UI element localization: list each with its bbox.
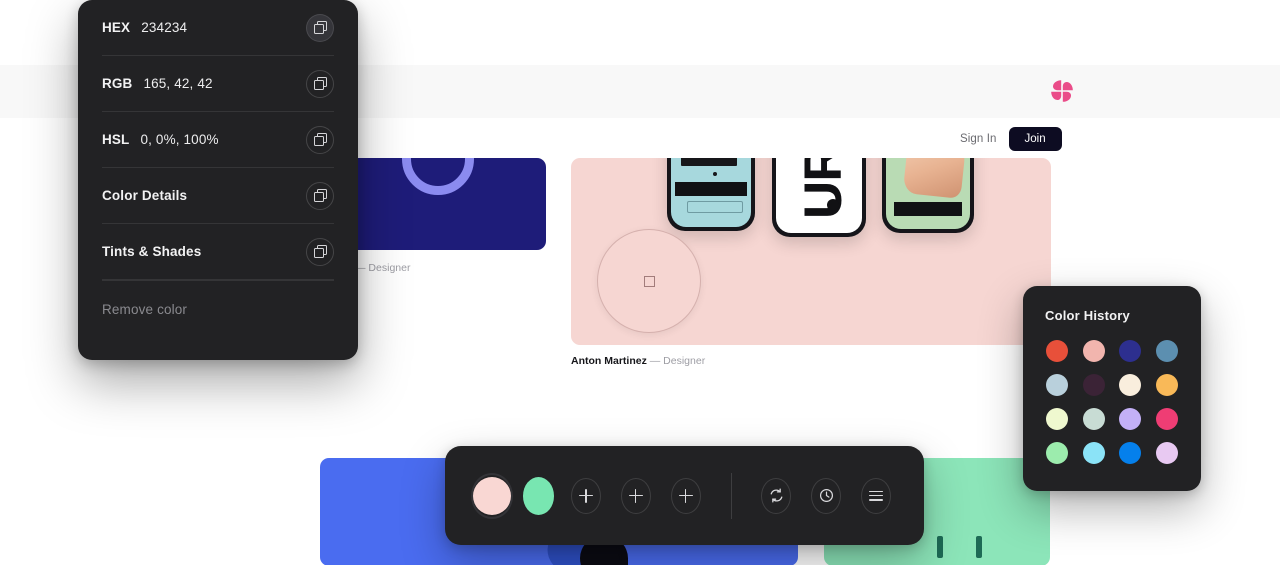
loupe-pixel-indicator: [643, 275, 655, 287]
phone-mockup-2: URX: [772, 158, 866, 237]
menu-row-label: Color Details: [102, 188, 188, 203]
phone-brand-text: URX: [793, 158, 853, 219]
history-swatch[interactable]: [1082, 442, 1105, 464]
copy-rgb-button[interactable]: [306, 69, 334, 98]
add-color-slot-3[interactable]: [670, 477, 701, 514]
history-swatch[interactable]: [1046, 374, 1069, 396]
app-screen: Sign In Join charth — Designer URX: [0, 0, 1280, 565]
history-swatch[interactable]: [1155, 442, 1178, 464]
history-swatch[interactable]: [1155, 408, 1178, 430]
phone-mockup-1: [667, 158, 755, 231]
plus-icon: [678, 488, 693, 503]
toolbar-divider: [730, 472, 732, 519]
menu-row-hsl[interactable]: HSL 0, 0%, 100%: [102, 112, 334, 168]
menu-row-color-details[interactable]: Color Details: [102, 168, 334, 224]
history-swatch[interactable]: [1046, 340, 1069, 362]
menu-row-label: HEX: [102, 20, 131, 35]
add-color-slot-1[interactable]: [571, 477, 601, 514]
copy-icon: [313, 133, 327, 146]
copy-icon: [313, 77, 327, 90]
menu-row-tints-shades[interactable]: Tints & Shades: [102, 224, 334, 280]
shot-author-name[interactable]: Anton Martinez: [571, 355, 647, 367]
remove-color-item[interactable]: Remove color: [102, 281, 334, 337]
swatch-mint[interactable]: [523, 476, 555, 515]
history-swatch[interactable]: [1082, 340, 1105, 362]
swatch-color-dot: [473, 476, 511, 515]
dribbble-logo-icon: [1051, 80, 1073, 102]
copy-tints-shades-button[interactable]: [306, 237, 334, 266]
color-history-panel: Color History: [1023, 286, 1201, 491]
swatch-pink-selected[interactable]: [471, 472, 513, 519]
site-nav: Sign In Join: [960, 127, 1080, 151]
clock-icon: [819, 488, 833, 503]
add-color-slot-2[interactable]: [620, 477, 651, 514]
shot-caption-phones: Anton Martinez — Designer: [571, 355, 705, 367]
history-swatch[interactable]: [1119, 408, 1142, 430]
shot-author-role: — Designer: [649, 355, 706, 367]
plus-icon: [628, 488, 643, 503]
menu-row-value: 165, 42, 42: [143, 76, 213, 91]
history-swatch[interactable]: [1082, 408, 1105, 430]
history-swatch[interactable]: [1119, 374, 1142, 396]
copy-icon: [313, 189, 327, 202]
eyedropper-loupe[interactable]: [597, 229, 701, 333]
history-swatch[interactable]: [1046, 408, 1069, 430]
color-history-grid: [1045, 340, 1179, 464]
copy-icon: [313, 21, 327, 34]
menu-row-value: 0, 0%, 100%: [140, 132, 219, 147]
copy-hsl-button[interactable]: [306, 125, 334, 154]
menu-row-hex[interactable]: HEX 234234: [102, 0, 334, 56]
refresh-button[interactable]: [761, 477, 792, 514]
color-context-menu: HEX 234234 RGB 165, 42, 42 HSL 0, 0%, 10…: [78, 0, 358, 360]
phone-mockup-3: [882, 158, 974, 233]
dribbble-logo[interactable]: [1047, 76, 1077, 106]
history-swatch[interactable]: [1119, 340, 1142, 362]
menu-row-label: RGB: [102, 76, 133, 91]
refresh-icon: [770, 488, 783, 503]
menu-row-label: HSL: [102, 132, 130, 147]
copy-color-details-button[interactable]: [306, 181, 334, 210]
sign-in-link[interactable]: Sign In: [960, 133, 997, 145]
history-swatch[interactable]: [1082, 374, 1105, 396]
menu-row-value: 234234: [141, 20, 188, 35]
shot-author-role: — Designer: [355, 262, 411, 274]
history-swatch[interactable]: [1119, 442, 1142, 464]
menu-row-label: Tints & Shades: [102, 244, 202, 259]
menu-button[interactable]: [861, 477, 891, 514]
color-history-title: Color History: [1045, 308, 1130, 323]
copy-hex-button[interactable]: [306, 13, 334, 42]
color-toolbar: [445, 446, 924, 545]
hamburger-icon: [869, 490, 884, 501]
copy-icon: [313, 245, 327, 258]
history-swatch[interactable]: [1046, 442, 1069, 464]
menu-row-rgb[interactable]: RGB 165, 42, 42: [102, 56, 334, 112]
ring-graphic: [402, 158, 474, 195]
history-button[interactable]: [811, 477, 842, 514]
history-swatch[interactable]: [1155, 374, 1178, 396]
plus-icon: [579, 488, 594, 503]
join-button[interactable]: Join: [1008, 127, 1062, 151]
history-swatch[interactable]: [1155, 340, 1178, 362]
